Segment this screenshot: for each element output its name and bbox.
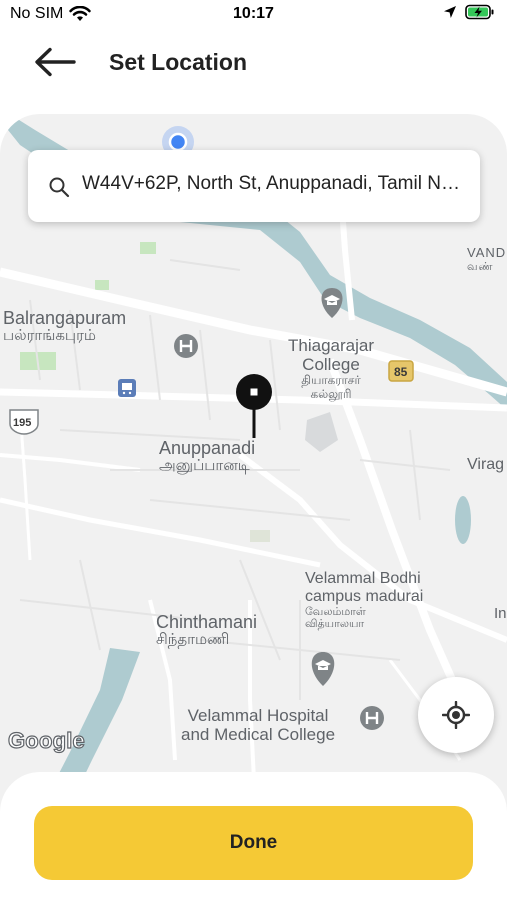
my-location-button[interactable] <box>418 677 494 753</box>
label-anuppanadi: Anuppanadi அனுப்பானடி <box>159 438 255 475</box>
label-thiagarajar: Thiagarajar College தியாகராசர் கல்லூரி <box>288 336 374 401</box>
label-velammal-bodhi-1: Velammal Bodhi <box>305 570 421 587</box>
label-balrangapuram-ta: பல்ராங்கபுரம் <box>3 327 96 345</box>
label-velammal-hospital-1: Velammal Hospital <box>187 706 329 725</box>
google-attribution: Google <box>7 727 85 753</box>
label-balrangapuram-en: Balrangapuram <box>3 308 127 328</box>
label-velammal-bodhi-2: campus madurai <box>305 587 424 605</box>
search-input[interactable]: W44V+62P, North St, Anuppanadi, Tamil Na… <box>82 173 470 195</box>
label-in: In <box>494 605 507 622</box>
clock: 10:17 <box>233 5 274 22</box>
label-vand-ta: வண் <box>467 260 494 273</box>
label-chinthamani: Chinthamani சிந்தாமணி <box>156 612 257 649</box>
label-velammal-bodhi-ta-2: வித்யாலயா <box>305 618 365 631</box>
map-pin-icon <box>236 374 272 438</box>
status-right <box>443 4 495 20</box>
label-thiagarajar-ta-2: கல்லூரி <box>310 386 352 401</box>
done-button[interactable]: Done <box>34 806 473 880</box>
label-anuppanadi-ta: அனுப்பானடி <box>159 457 250 475</box>
label-virag: Virag <box>467 456 505 473</box>
status-bar: No SIM 10:17 <box>0 0 507 32</box>
hospital-icon-2 <box>360 706 384 730</box>
search-box[interactable]: W44V+62P, North St, Anuppanadi, Tamil Na… <box>28 150 480 222</box>
label-vand-en: VAND <box>467 245 507 260</box>
hospital-icon <box>174 334 198 358</box>
label-thiagarajar-ta-1: தியாகராசர் <box>301 373 361 388</box>
search-icon <box>49 177 70 198</box>
label-shield-195: 195 <box>13 417 32 429</box>
label-balrangapuram: Balrangapuram பல்ராங்கபுரம் <box>3 308 126 345</box>
label-chinthamani-en: Chinthamani <box>156 612 258 632</box>
location-arrow-icon <box>444 6 456 18</box>
label-thiagarajar-2: College <box>302 355 360 375</box>
label-shield-85: 85 <box>394 365 408 379</box>
my-location-icon <box>442 701 470 729</box>
school-icon-2 <box>311 652 335 686</box>
label-velammal-hospital-2: and Medical College <box>181 725 336 745</box>
label-velammal-bodhi: Velammal Bodhi campus madurai வேலம்மாள் … <box>305 570 423 630</box>
label-velammal-bodhi-ta-1: வேலம்மாள் <box>305 605 366 618</box>
back-button[interactable] <box>30 44 78 80</box>
page-title: Set Location <box>109 49 248 75</box>
battery-charging-icon <box>465 4 494 20</box>
train-station-icon <box>118 379 136 397</box>
label-chinthamani-ta: சிந்தாமணி <box>156 631 230 649</box>
label-thiagarajar-1: Thiagarajar <box>288 336 374 355</box>
back-arrow-icon <box>35 47 76 77</box>
label-vand: VAND வண் <box>467 245 507 273</box>
header: Set Location <box>0 32 507 94</box>
school-icon <box>321 288 343 318</box>
label-velammal-hospital: Velammal Hospital and Medical College <box>181 706 335 744</box>
